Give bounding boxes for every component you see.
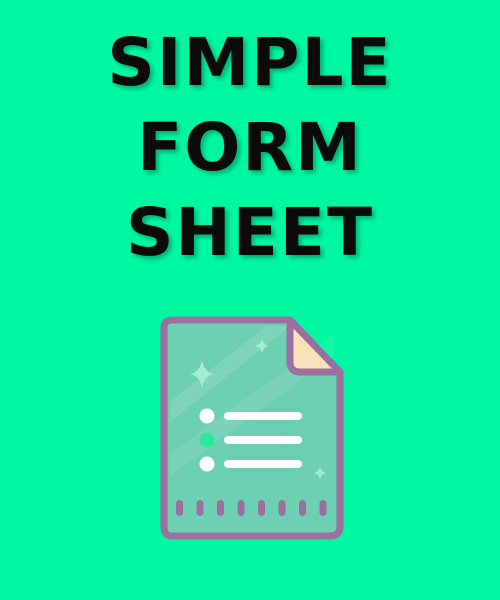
perforation-dash — [258, 500, 265, 516]
form-document-icon — [160, 316, 344, 540]
bullet-dot — [199, 456, 215, 472]
title-line-1: SIMPLE — [107, 24, 393, 101]
perforation-dash — [196, 500, 204, 516]
perforation-dash — [237, 500, 245, 516]
perforation-dash — [176, 500, 183, 516]
perforation-dash — [319, 500, 327, 516]
list-line — [224, 436, 302, 444]
bullet-dot-highlight — [199, 432, 215, 448]
perforation-dash — [217, 500, 224, 516]
bullet-dot — [199, 408, 215, 424]
title-line-2: FORM — [137, 109, 363, 186]
title-line-3: SHEET — [126, 194, 374, 271]
list-line — [224, 460, 302, 468]
perforation-dash — [299, 500, 306, 516]
perforation-dash — [278, 500, 286, 516]
list-line — [224, 412, 302, 420]
